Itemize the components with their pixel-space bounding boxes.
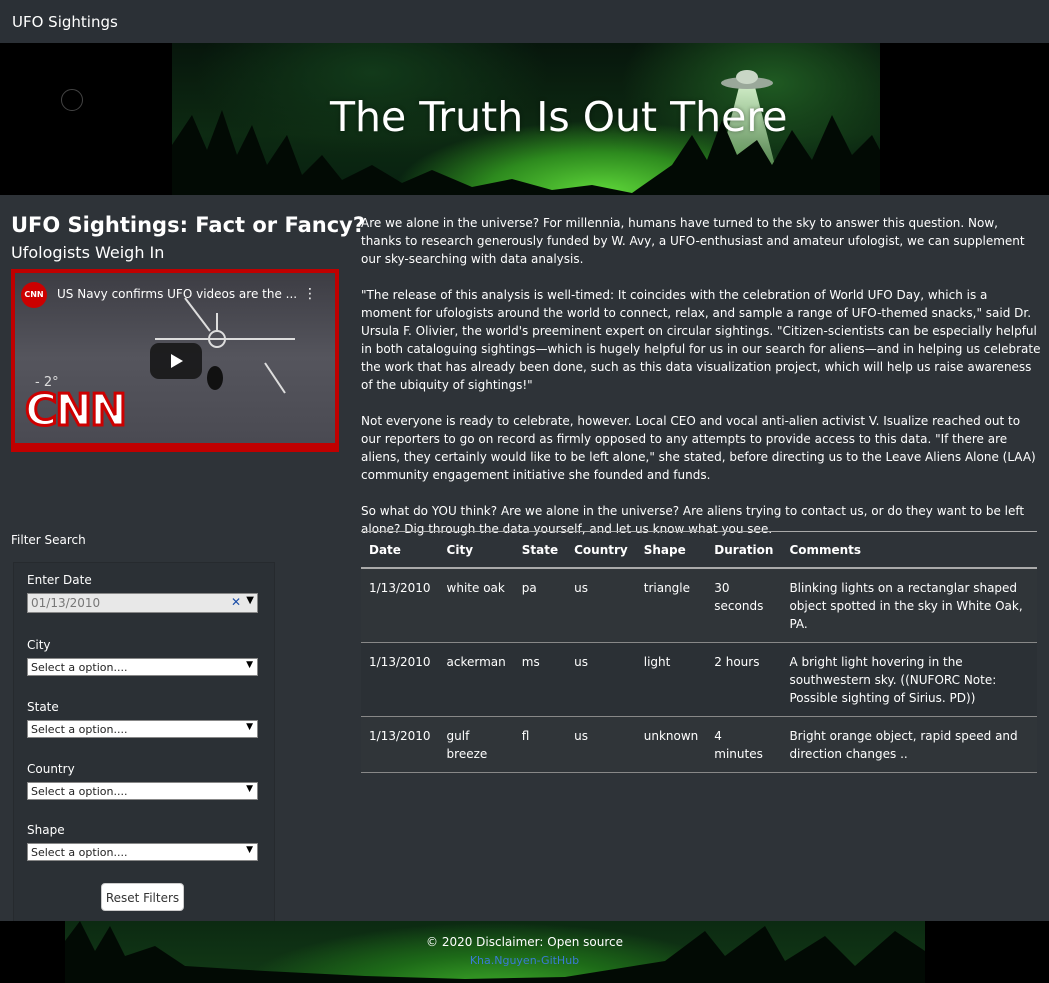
cell-city: gulf breeze bbox=[438, 716, 514, 773]
country-filter: Country Select a option.... ▼ bbox=[27, 762, 258, 800]
forest-silhouette bbox=[65, 921, 925, 983]
article-paragraph: "The release of this analysis is well-ti… bbox=[361, 288, 1041, 392]
date-input-value: 01/13/2010 bbox=[31, 596, 101, 610]
cell-state: ms bbox=[513, 642, 567, 717]
date-input[interactable]: 01/13/2010 ✕ ▼ bbox=[27, 593, 258, 613]
state-select[interactable]: Select a option.... ▼ bbox=[27, 720, 258, 738]
play-button[interactable] bbox=[150, 343, 202, 379]
page-subtitle: Ufologists Weigh In bbox=[11, 243, 165, 262]
cell-date: 1/13/2010 bbox=[361, 642, 439, 717]
footer: © 2020 Disclaimer: Open source Kha.Nguye… bbox=[0, 921, 1049, 983]
ufo-icon bbox=[721, 70, 773, 89]
country-filter-label: Country bbox=[27, 762, 75, 776]
state-filter: State Select a option.... ▼ bbox=[27, 700, 258, 738]
city-select-value: Select a option.... bbox=[31, 661, 128, 674]
cell-shape: unknown bbox=[635, 716, 707, 773]
shape-filter: Shape Select a option.... ▼ bbox=[27, 823, 258, 861]
cell-city: white oak bbox=[438, 568, 514, 643]
reset-filters-button[interactable]: Reset Filters bbox=[101, 883, 184, 911]
navbar: UFO Sightings bbox=[0, 0, 1049, 44]
chevron-down-icon: ▼ bbox=[246, 660, 253, 670]
chevron-down-icon: ▼ bbox=[246, 722, 253, 732]
video-embed[interactable]: CNN US Navy confirms UFO videos are the … bbox=[11, 269, 339, 452]
chevron-down-icon: ▼ bbox=[246, 784, 253, 794]
github-link[interactable]: Kha.Nguyen-GitHub bbox=[0, 954, 1049, 967]
country-select[interactable]: Select a option.... ▼ bbox=[27, 782, 258, 800]
article-paragraph: Not everyone is ready to celebrate, howe… bbox=[361, 414, 1036, 482]
navbar-brand[interactable]: UFO Sightings bbox=[12, 13, 118, 31]
column-header-comments: Comments bbox=[781, 531, 1037, 569]
footer-image bbox=[65, 921, 925, 983]
cell-country: us bbox=[566, 642, 636, 717]
cell-duration: 4 minutes bbox=[706, 716, 782, 773]
cell-city: ackerman bbox=[438, 642, 514, 717]
column-header-state: State bbox=[513, 531, 567, 569]
column-header-city: City bbox=[438, 531, 514, 569]
hero-banner: The Truth Is Out There bbox=[0, 43, 1049, 195]
column-header-duration: Duration bbox=[706, 531, 782, 569]
shape-select-value: Select a option.... bbox=[31, 846, 128, 859]
table-row: 1/13/2010 ackerman ms us light 2 hours A… bbox=[361, 642, 1037, 717]
cell-date: 1/13/2010 bbox=[361, 568, 439, 643]
sightings-table: Date City State Country Shape Duration C… bbox=[361, 531, 1037, 773]
column-header-shape: Shape bbox=[635, 531, 707, 569]
state-select-value: Select a option.... bbox=[31, 723, 128, 736]
city-filter: City Select a option.... ▼ bbox=[27, 638, 258, 676]
cell-country: us bbox=[566, 716, 636, 773]
cell-country: us bbox=[566, 568, 636, 643]
cell-shape: triangle bbox=[635, 568, 707, 643]
cell-state: fl bbox=[513, 716, 567, 773]
cell-state: pa bbox=[513, 568, 567, 643]
page-title: UFO Sightings: Fact or Fancy? bbox=[11, 213, 366, 237]
shape-select[interactable]: Select a option.... ▼ bbox=[27, 843, 258, 861]
table-row: 1/13/2010 white oak pa us triangle 30 se… bbox=[361, 568, 1037, 643]
column-header-country: Country bbox=[566, 531, 636, 569]
cnn-logo: CNN bbox=[24, 384, 129, 438]
article-paragraph: Are we alone in the universe? For millen… bbox=[361, 216, 1025, 266]
cell-duration: 30 seconds bbox=[706, 568, 782, 643]
date-filter-label: Enter Date bbox=[27, 573, 92, 587]
more-options-icon[interactable]: ⋮ bbox=[303, 286, 317, 302]
video-title[interactable]: US Navy confirms UFO videos are the ... bbox=[57, 287, 297, 301]
state-filter-label: State bbox=[27, 700, 59, 714]
filter-search-label: Filter Search bbox=[11, 533, 86, 547]
table-row: 1/13/2010 gulf breeze fl us unknown 4 mi… bbox=[361, 716, 1037, 773]
footer-copyright: © 2020 Disclaimer: Open source bbox=[426, 935, 623, 949]
play-icon bbox=[171, 354, 183, 368]
cell-duration: 2 hours bbox=[706, 642, 782, 717]
clear-icon[interactable]: ✕ bbox=[231, 595, 241, 609]
cell-shape: light bbox=[635, 642, 707, 717]
date-filter: Enter Date 01/13/2010 ✕ ▼ bbox=[27, 573, 258, 613]
filter-panel: Enter Date 01/13/2010 ✕ ▼ City Select a … bbox=[13, 562, 275, 922]
article-body: Are we alone in the universe? For millen… bbox=[361, 214, 1041, 556]
city-filter-label: City bbox=[27, 638, 51, 652]
country-select-value: Select a option.... bbox=[31, 785, 128, 798]
cell-comments: Bright orange object, rapid speed and di… bbox=[781, 716, 1037, 773]
column-header-date: Date bbox=[361, 531, 439, 569]
shape-filter-label: Shape bbox=[27, 823, 65, 837]
chevron-down-icon[interactable]: ▼ bbox=[246, 595, 254, 606]
video-thumbnail: CNN US Navy confirms UFO videos are the … bbox=[15, 273, 335, 443]
city-select[interactable]: Select a option.... ▼ bbox=[27, 658, 258, 676]
moon-icon bbox=[61, 89, 83, 111]
cell-comments: Blinking lights on a rectanglar shaped o… bbox=[781, 568, 1037, 643]
hero-title: The Truth Is Out There bbox=[330, 93, 788, 141]
chevron-down-icon: ▼ bbox=[246, 845, 253, 855]
channel-logo[interactable]: CNN bbox=[21, 282, 47, 308]
table-header-row: Date City State Country Shape Duration C… bbox=[361, 531, 1037, 569]
cell-comments: A bright light hovering in the southwest… bbox=[781, 642, 1037, 717]
cell-date: 1/13/2010 bbox=[361, 716, 439, 773]
